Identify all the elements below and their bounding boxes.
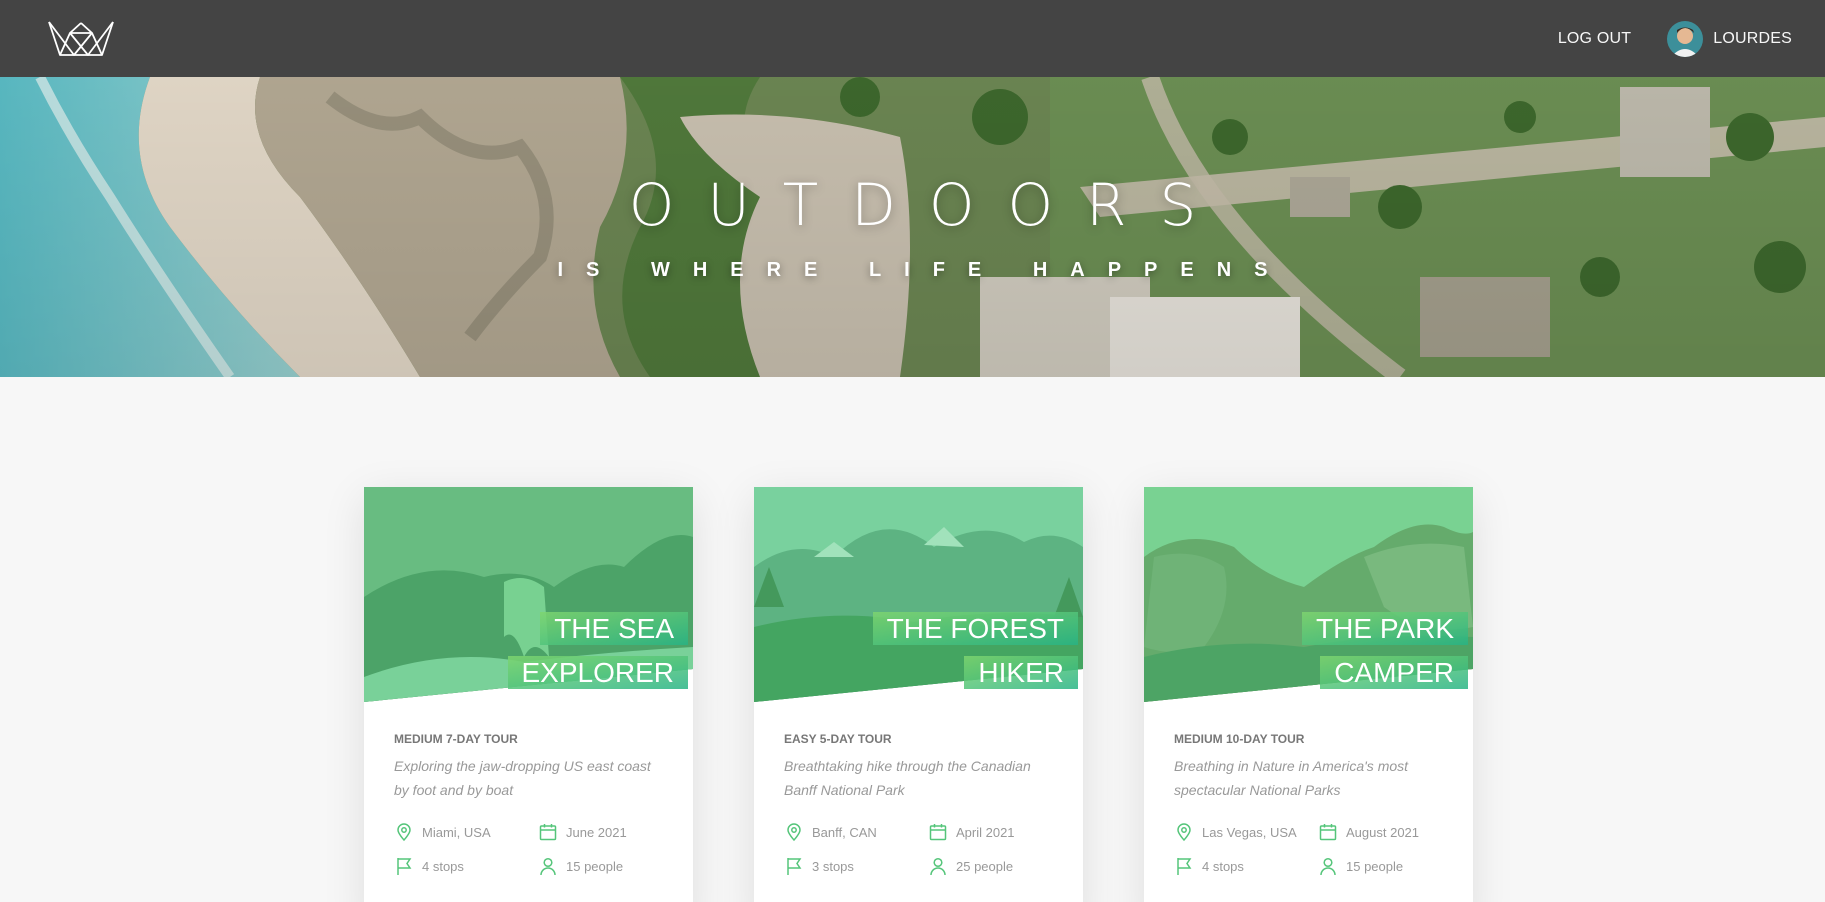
card-sub-heading: MEDIUM 10-DAY TOUR <box>1174 732 1305 746</box>
card-title: THE PARK CAMPER <box>1228 607 1468 695</box>
card-summary: Breathtaking hike through the Canadian B… <box>784 758 1031 798</box>
card-title-line-2: CAMPER <box>1320 656 1468 689</box>
card-date: April 2021 <box>928 822 1058 842</box>
card-data-grid: Miami, USA June 2021 4 stops 15 people <box>394 822 663 876</box>
card-summary: Exploring the jaw-dropping US east coast… <box>394 758 651 798</box>
user-profile-link[interactable]: LOURDES <box>1667 20 1792 57</box>
card-title-line-2: HIKER <box>964 656 1078 689</box>
calendar-icon <box>1319 824 1337 841</box>
flag-icon <box>787 858 802 875</box>
card-title-line-1: THE PARK <box>1302 612 1468 645</box>
card-stops: 4 stops <box>394 856 538 876</box>
card-location-text: Banff, CAN <box>812 824 877 840</box>
card-stops: 4 stops <box>1174 856 1318 876</box>
map-pin-icon <box>397 823 411 842</box>
card-sub-heading: EASY 5-DAY TOUR <box>784 732 892 746</box>
logout-link[interactable]: LOG OUT <box>1558 30 1631 48</box>
card-location-text: Las Vegas, USA <box>1202 824 1297 840</box>
site-header: LOG OUT LOURDES <box>0 0 1825 77</box>
user-name: LOURDES <box>1713 29 1792 47</box>
calendar-icon <box>929 824 947 841</box>
calendar-icon <box>539 824 557 841</box>
tour-cards: THE SEA EXPLORER MEDIUM 7-DAY TOUR Explo… <box>364 487 1473 902</box>
card-title-line-2: EXPLORER <box>507 656 688 689</box>
card-header: THE SEA EXPLORER <box>364 487 693 702</box>
card-group-size-text: 25 people <box>956 858 1014 874</box>
card-date: June 2021 <box>538 822 668 842</box>
hero-title: OUTDOORS <box>628 171 1230 239</box>
hero-section: OUTDOORS IS WHERE LIFE HAPPENS <box>0 77 1825 377</box>
user-icon <box>540 857 556 876</box>
card-data-grid: Las Vegas, USA August 2021 4 stops 15 pe… <box>1174 822 1443 876</box>
tour-card[interactable]: THE PARK CAMPER MEDIUM 10-DAY TOUR Breat… <box>1144 487 1473 902</box>
card-date-text: August 2021 <box>1346 824 1420 840</box>
tour-card[interactable]: THE FOREST HIKER EASY 5-DAY TOUR Breatht… <box>754 487 1083 902</box>
card-summary: Breathing in Nature in America's most sp… <box>1174 758 1409 798</box>
card-title-line-1: THE FOREST <box>872 612 1078 645</box>
card-group-size-text: 15 people <box>1346 858 1404 874</box>
card-location: Banff, CAN <box>784 822 928 842</box>
card-title-line-1: THE SEA <box>540 612 688 645</box>
card-group-size: 15 people <box>1318 856 1448 876</box>
card-date-text: April 2021 <box>956 824 1015 840</box>
hero-subtitle: IS WHERE LIFE HAPPENS <box>557 259 1291 281</box>
card-date-text: June 2021 <box>566 824 627 840</box>
flag-icon <box>397 858 412 875</box>
map-pin-icon <box>1177 823 1191 842</box>
tour-card[interactable]: THE SEA EXPLORER MEDIUM 7-DAY TOUR Explo… <box>364 487 693 902</box>
card-title: THE SEA EXPLORER <box>448 607 688 695</box>
card-details: MEDIUM 10-DAY TOUR Breathing in Nature i… <box>1144 702 1473 876</box>
card-title: THE FOREST HIKER <box>838 607 1078 695</box>
avatar <box>1667 20 1704 57</box>
hero-heading: OUTDOORS IS WHERE LIFE HAPPENS <box>0 77 1825 377</box>
card-sub-heading: MEDIUM 7-DAY TOUR <box>394 732 518 746</box>
card-stops-text: 4 stops <box>1202 858 1244 874</box>
card-details: EASY 5-DAY TOUR Breathtaking hike throug… <box>754 702 1083 876</box>
card-stops: 3 stops <box>784 856 928 876</box>
user-nav: LOG OUT LOURDES <box>1558 20 1792 57</box>
logo[interactable] <box>46 19 116 59</box>
card-date: August 2021 <box>1318 822 1448 842</box>
card-location: Miami, USA <box>394 822 538 842</box>
card-stops-text: 3 stops <box>812 858 854 874</box>
card-location-text: Miami, USA <box>422 824 491 840</box>
card-header: THE FOREST HIKER <box>754 487 1083 702</box>
card-details: MEDIUM 7-DAY TOUR Exploring the jaw-drop… <box>364 702 693 876</box>
card-group-size: 15 people <box>538 856 668 876</box>
card-location: Las Vegas, USA <box>1174 822 1318 842</box>
user-icon <box>1320 857 1336 876</box>
card-group-size: 25 people <box>928 856 1058 876</box>
card-stops-text: 4 stops <box>422 858 464 874</box>
card-group-size-text: 15 people <box>566 858 624 874</box>
flag-icon <box>1177 858 1192 875</box>
card-header: THE PARK CAMPER <box>1144 487 1473 702</box>
user-icon <box>930 857 946 876</box>
card-data-grid: Banff, CAN April 2021 3 stops 25 people <box>784 822 1053 876</box>
map-pin-icon <box>787 823 801 842</box>
